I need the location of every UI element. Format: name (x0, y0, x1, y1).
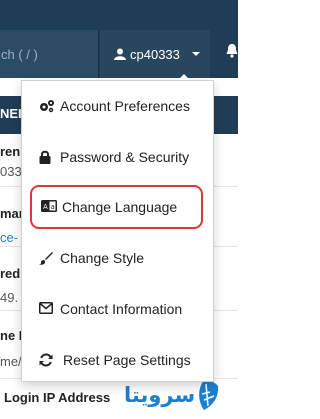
row-value: 033 (0, 164, 22, 179)
caret-down-icon (191, 52, 200, 56)
menu-item-contact-information[interactable]: Contact Information (22, 289, 213, 329)
user-menu-button[interactable]: cp40333 (100, 30, 210, 78)
dropdown-caret (178, 74, 190, 80)
lock-icon (39, 150, 53, 164)
menu-item-reset-page-settings[interactable]: Reset Page Settings (22, 340, 213, 380)
menu-item-label: Reset Page Settings (63, 352, 191, 368)
menu-item-label: Change Language (62, 199, 178, 215)
language-icon: Aa (41, 200, 57, 214)
menu-item-label: Account Preferences (60, 98, 190, 114)
row-label: red (0, 266, 21, 281)
search-input[interactable]: ch ( / ) (0, 30, 98, 78)
paintbrush-icon (39, 251, 53, 265)
menu-item-change-style[interactable]: Change Style (22, 238, 213, 278)
menu-item-password-security[interactable]: Password & Security (22, 137, 213, 177)
row-value: 49. (0, 290, 19, 305)
bell-icon[interactable] (226, 44, 238, 58)
row-label: Login IP Address (4, 390, 111, 405)
row-link[interactable]: ce- (0, 230, 18, 245)
envelope-icon (39, 302, 53, 316)
row-value: me/ (0, 354, 22, 369)
user-icon (114, 48, 126, 60)
menu-item-label: Password & Security (60, 149, 190, 165)
menu-item-label: Change Style (60, 250, 145, 266)
row-label: ren (0, 144, 21, 159)
svg-text:A: A (43, 203, 48, 211)
user-dropdown-menu: Account Preferences Password & Security … (21, 80, 214, 382)
menu-item-account-preferences[interactable]: Account Preferences (22, 86, 213, 126)
svg-text:سرویتا: سرویتا (124, 383, 195, 407)
cogs-icon (39, 99, 54, 113)
svg-text:a: a (51, 203, 55, 211)
search-placeholder: ch ( / ) (1, 47, 38, 62)
username-label: cp40333 (130, 46, 180, 62)
table-header-label: NEI (0, 106, 22, 121)
menu-item-change-language[interactable]: Aa Change Language (30, 185, 203, 229)
menu-item-label: Contact Information (60, 301, 183, 317)
refresh-icon (39, 353, 53, 367)
navbar-divider (98, 30, 99, 78)
